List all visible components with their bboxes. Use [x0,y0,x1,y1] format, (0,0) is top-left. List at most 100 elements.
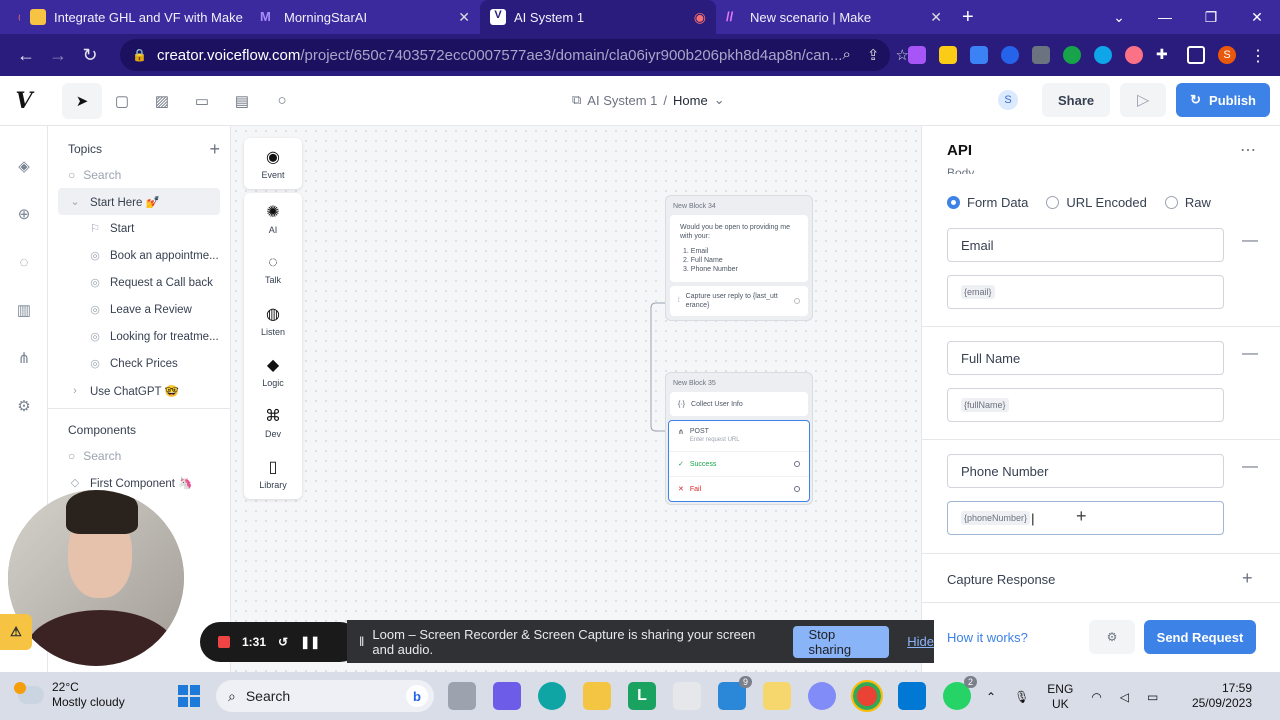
step-listen[interactable]: ◍ Listen [244,295,302,346]
step-dev[interactable]: ⌘ Dev [244,397,302,448]
sidepanel-icon[interactable] [1187,46,1205,64]
radio-url-encoded[interactable]: URL Encoded [1046,195,1147,210]
add-capture-icon[interactable]: + [1242,568,1253,589]
analytics-icon[interactable]: ▥ [0,286,48,334]
remove-field-button[interactable]: — [1242,458,1258,476]
remove-field-button[interactable]: — [1242,232,1258,250]
address-bar[interactable]: 🔒 creator.voiceflow.com/project/650c7403… [120,39,909,71]
battery-icon[interactable]: ▭ [1147,690,1158,704]
vscode-icon[interactable] [898,682,926,710]
output-port[interactable] [794,486,800,492]
weather-widget[interactable]: 22°C Mostly cloudy [14,680,125,710]
pause-icon[interactable]: ❚❚ [300,635,320,649]
capture-step[interactable]: ⦙ Capture user reply to {last_utt erance} [670,286,808,316]
breadcrumb-project[interactable]: AI System 1 [587,93,657,108]
browser-tab-1[interactable]: Integrate GHL and VF with Make ✕ [20,0,250,34]
body-value-input[interactable]: {fullName} [947,388,1224,422]
extension-icon[interactable] [939,46,957,64]
send-request-button[interactable]: Send Request [1144,620,1256,654]
extension-icon[interactable] [1125,46,1143,64]
teams-icon[interactable] [493,682,521,710]
file-explorer-icon[interactable] [583,682,611,710]
success-path[interactable]: ✓ Success [669,451,809,476]
search-icon[interactable]: ○ [262,83,302,119]
chrome-icon[interactable] [851,680,883,712]
flow-canvas[interactable] [231,126,921,672]
share-button[interactable]: Share [1042,83,1111,117]
app-icon[interactable] [808,682,836,710]
capture-response-label[interactable]: Capture Response [947,572,1055,587]
breadcrumb-page[interactable]: Home [673,93,708,108]
step-logic[interactable]: ◆ Logic [244,346,302,397]
radio-form-data[interactable]: Form Data [947,195,1028,210]
window-close-button[interactable]: ✕ [1234,9,1280,26]
topic-item-review[interactable]: ◎ Leave a Review [48,296,230,323]
chevron-up-icon[interactable]: ⌃ [986,690,996,704]
body-value-input[interactable]: {email} [947,275,1224,309]
stop-sharing-button[interactable]: Stop sharing [793,625,890,658]
more-options-icon[interactable]: ⋯ [1240,140,1256,160]
whatsapp-icon[interactable]: 2 [943,676,977,710]
topic-item-prices[interactable]: ◎ Check Prices [48,350,230,377]
extension-icon[interactable] [1032,46,1050,64]
voiceflow-logo[interactable]: V [0,88,48,114]
chevron-down-icon[interactable]: ⌄ [68,195,82,208]
comment-tool-icon[interactable]: ▭ [182,83,222,119]
layers-icon[interactable]: ◈ [0,142,48,190]
collect-step[interactable]: {·} Collect User Info [670,392,808,416]
chevron-down-icon[interactable]: ⌄ [714,92,725,108]
card-tool-icon[interactable]: ▤ [222,83,262,119]
new-tab-button[interactable]: + [962,6,974,29]
clock[interactable]: 17:59 25/09/2023 [1192,681,1252,711]
bookmark-star-icon[interactable]: ☆ [895,46,908,64]
topic-item-callback[interactable]: ◎ Request a Call back [48,269,230,296]
hide-link[interactable]: Hide [907,634,934,649]
api-step[interactable]: ⋔ POST Enter request URL ✓ Success ✕ Fail [668,420,810,502]
components-search[interactable]: ○ Search [48,443,230,469]
close-icon[interactable]: ✕ [243,9,250,26]
topic-item-start[interactable]: ⚐ Start [48,215,230,242]
remove-field-button[interactable]: — [1242,345,1258,363]
folder-icon[interactable] [763,682,791,710]
topic-start-here[interactable]: ⌄ Start Here 💅 [58,188,220,215]
mail-icon[interactable]: 9 [718,676,752,710]
topic-item-treatment[interactable]: ◎ Looking for treatme... [48,323,230,350]
puzzle-icon[interactable]: ✚ [1156,46,1174,64]
settings-gear-icon[interactable]: ⚙ [0,382,48,430]
output-port[interactable] [794,461,800,467]
restart-icon[interactable]: ↺ [278,635,288,649]
radio-raw[interactable]: Raw [1164,195,1211,210]
share-page-icon[interactable]: ⇪ [867,46,880,64]
profile-avatar[interactable]: S [1218,46,1236,64]
add-topic-icon[interactable]: + [209,139,220,160]
message-card[interactable]: Would you be open to providing me with y… [670,215,808,282]
conversations-icon[interactable]: ◌ [0,238,48,286]
browser-tab-2[interactable]: M MorningStarAI ✕ [250,0,480,34]
integrations-icon[interactable]: ⋔ [0,334,48,382]
flow-block-35[interactable]: New Block 35 {·} Collect User Info ⋔ POS… [665,372,813,505]
how-it-works-link[interactable]: How it works? [947,630,1028,645]
menu-kebab-icon[interactable]: ⋮ [1249,46,1267,65]
task-view-icon[interactable] [448,682,476,710]
fail-path[interactable]: ✕ Fail [669,476,809,501]
pointer-tool-icon[interactable]: ➤ [62,82,102,119]
body-key-input[interactable]: Email [947,228,1224,262]
image-tool-icon[interactable]: ▨ [142,83,182,119]
step-talk[interactable]: ◌ Talk [244,244,302,295]
run-test-button[interactable]: ▷ [1120,83,1167,117]
language-indicator[interactable]: ENG UK [1047,682,1073,712]
step-library[interactable]: ▯ Library [244,448,302,499]
avatar[interactable]: S [998,90,1018,110]
topic-use-chatgpt[interactable]: › Use ChatGPT 🤓 [48,377,230,404]
bing-icon[interactable]: b [406,685,428,707]
extension-icon[interactable] [1063,46,1081,64]
reload-icon[interactable]: ↻ [74,45,106,66]
extension-icon[interactable] [970,46,988,64]
extension-icon[interactable] [1094,46,1112,64]
tab-list-icon[interactable]: ⌄ [1096,9,1142,26]
windows-start-icon[interactable] [178,685,200,707]
close-icon[interactable]: ✕ [922,9,942,26]
note-tool-icon[interactable]: ▢ [102,83,142,119]
flow-block-34[interactable]: New Block 34 Would you be open to provid… [665,195,813,321]
browser-tab-4[interactable]: // New scenario | Make ✕ [716,0,952,34]
